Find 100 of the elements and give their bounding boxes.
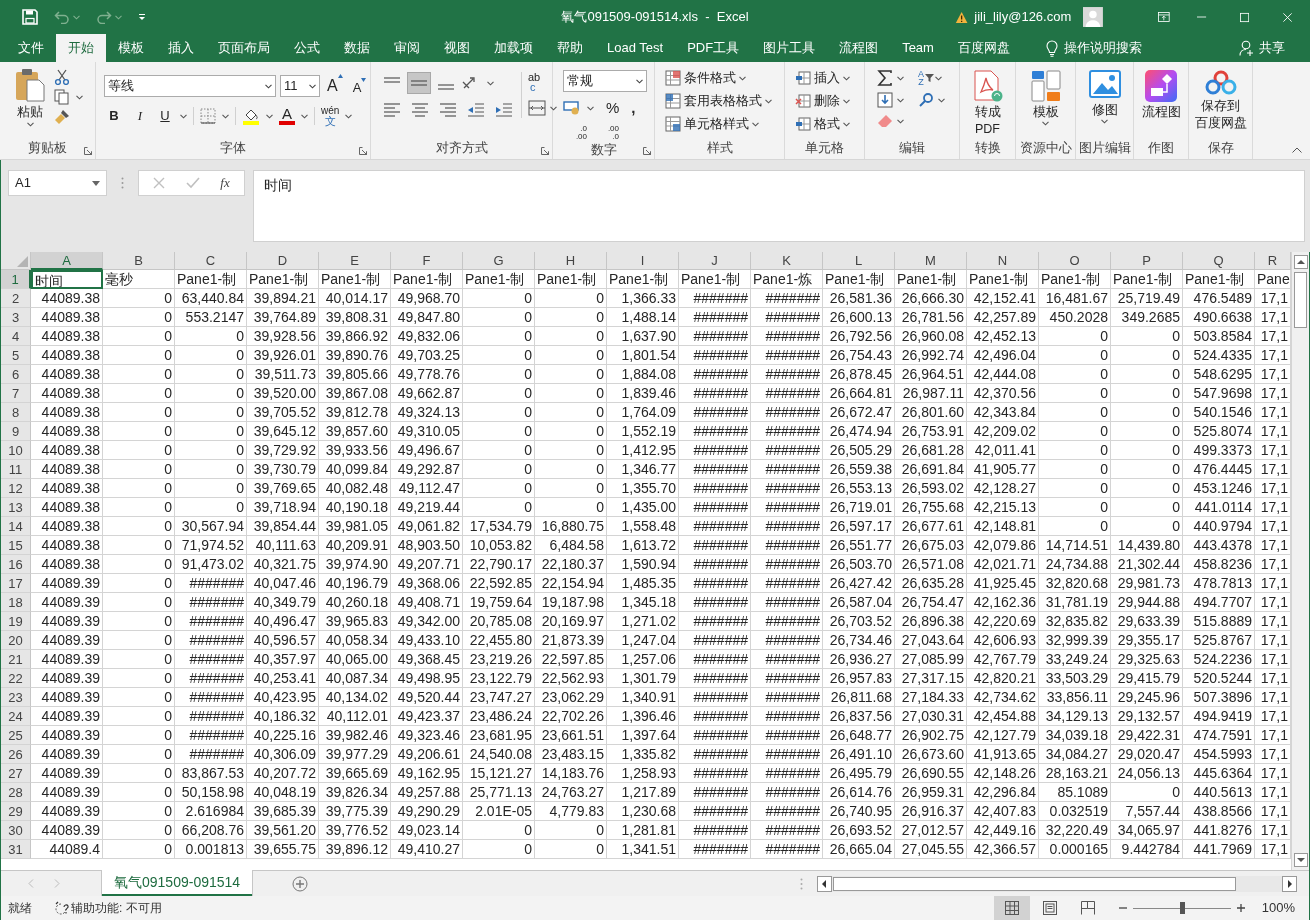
caret-icon[interactable]: [1042, 121, 1049, 126]
row-header[interactable]: 19: [1, 612, 31, 631]
dialog-launcher-icon[interactable]: [643, 147, 651, 156]
column-header[interactable]: H: [535, 252, 607, 270]
ribbon-tab[interactable]: PDF工具: [675, 34, 752, 62]
column-header[interactable]: C: [175, 252, 247, 270]
row-header[interactable]: 9: [1, 422, 31, 441]
shrink-font-button[interactable]: A: [349, 74, 370, 98]
insert-function-button[interactable]: fx: [220, 173, 230, 193]
zoom-level[interactable]: 100%: [1261, 898, 1295, 918]
row-header[interactable]: 11: [1, 460, 31, 479]
comma-style-button[interactable]: ,: [631, 97, 636, 120]
row-header[interactable]: 14: [1, 517, 31, 536]
row-header[interactable]: 16: [1, 555, 31, 574]
font-name-field[interactable]: 等线: [104, 75, 276, 97]
name-box[interactable]: A1: [8, 170, 107, 196]
search-icon[interactable]: [918, 92, 934, 108]
caret-icon[interactable]: [180, 113, 187, 119]
scroll-thumb[interactable]: [1294, 272, 1307, 328]
ribbon-tab[interactable]: 审阅: [382, 34, 432, 62]
maximize-icon[interactable]: [1239, 11, 1249, 23]
ribbon-command[interactable]: 删除: [795, 91, 864, 111]
ribbon-command[interactable]: 单元格样式: [665, 114, 784, 134]
paintbrush-icon[interactable]: [54, 109, 70, 125]
row-header[interactable]: 29: [1, 802, 31, 821]
caret-icon[interactable]: [843, 75, 850, 81]
ribbon-tab[interactable]: Load Test: [595, 34, 676, 62]
scroll-right-icon[interactable]: [1282, 875, 1297, 892]
percent-button[interactable]: %: [606, 97, 620, 120]
ribbon-tab[interactable]: 帮助: [545, 34, 595, 62]
decrease-indent-icon[interactable]: [467, 102, 485, 118]
caret-icon[interactable]: [843, 98, 850, 104]
ribbon-tab[interactable]: 百度网盘: [945, 34, 1022, 62]
formula-field[interactable]: 时间: [253, 170, 1305, 242]
ribbon-tab[interactable]: 插入: [156, 34, 206, 62]
zoom-in-icon[interactable]: [1235, 903, 1246, 913]
currency-icon[interactable]: [563, 101, 581, 116]
caret-icon[interactable]: [1101, 119, 1108, 124]
row-header[interactable]: 12: [1, 479, 31, 498]
close-icon[interactable]: [1282, 11, 1292, 23]
row-header[interactable]: 31: [1, 840, 31, 859]
copy-icon[interactable]: [54, 89, 70, 105]
vertical-scrollbar[interactable]: [1291, 252, 1309, 870]
caret-icon[interactable]: [222, 113, 229, 119]
column-header[interactable]: K: [751, 252, 823, 270]
wrap-text-button[interactable]: ab c: [528, 72, 557, 92]
caret-icon[interactable]: [26, 121, 34, 127]
ribbon-tab[interactable]: 模板: [106, 34, 156, 62]
row-header[interactable]: 22: [1, 669, 31, 688]
align-center-icon[interactable]: [411, 102, 429, 118]
caret-icon[interactable]: [550, 105, 557, 111]
row-header[interactable]: 21: [1, 650, 31, 669]
sort-filter-button[interactable]: A Z: [918, 70, 942, 86]
ribbon-large-button[interactable]: 保存到 百度网盘: [1194, 70, 1247, 132]
column-header[interactable]: F: [391, 252, 463, 270]
column-header[interactable]: A: [31, 252, 103, 270]
dialog-launcher-icon[interactable]: [84, 147, 92, 155]
column-header[interactable]: E: [319, 252, 391, 270]
horizontal-scrollbar[interactable]: [817, 875, 1297, 892]
increase-decimal-button[interactable]: .0 .00: [563, 124, 587, 141]
ribbon-tab[interactable]: 页面布局: [206, 34, 282, 62]
borders-icon[interactable]: [200, 108, 216, 124]
dialog-launcher-icon[interactable]: [541, 147, 549, 155]
row-header[interactable]: 8: [1, 403, 31, 422]
ribbon-tab[interactable]: Team: [890, 34, 946, 62]
share-button[interactable]: 共享: [1259, 38, 1285, 58]
column-header[interactable]: O: [1039, 252, 1111, 270]
ribbon-tab[interactable]: 加载项: [482, 34, 545, 62]
row-header[interactable]: 26: [1, 745, 31, 764]
caret-icon[interactable]: [739, 75, 746, 81]
avatar-icon[interactable]: [1083, 5, 1104, 29]
row-header[interactable]: 17: [1, 574, 31, 593]
ribbon-large-button[interactable]: 模板: [1030, 70, 1061, 126]
paste-button[interactable]: 粘贴: [12, 68, 48, 127]
row-header[interactable]: 28: [1, 783, 31, 802]
autosum-icon[interactable]: [877, 70, 893, 86]
row-header[interactable]: 6: [1, 365, 31, 384]
sheet-tab[interactable]: 氧气091509-091514: [102, 870, 253, 896]
column-header[interactable]: I: [607, 252, 679, 270]
caret-icon[interactable]: [897, 118, 904, 124]
number-format-field[interactable]: 常规: [563, 70, 647, 92]
caret-icon[interactable]: [935, 75, 942, 81]
zoom-slider[interactable]: [1132, 901, 1231, 915]
share-icon[interactable]: [1239, 40, 1255, 56]
row-header[interactable]: 23: [1, 688, 31, 707]
ribbon-command[interactable]: 插入: [795, 68, 864, 88]
increase-indent-icon[interactable]: [495, 102, 513, 118]
caret-icon[interactable]: [266, 113, 273, 119]
row-header[interactable]: 2: [1, 289, 31, 308]
caret-icon[interactable]: [765, 98, 772, 104]
row-header[interactable]: 15: [1, 536, 31, 555]
ribbon-tab[interactable]: 视图: [432, 34, 482, 62]
grow-font-button[interactable]: A: [324, 74, 346, 98]
column-header[interactable]: J: [679, 252, 751, 270]
ribbon-large-button[interactable]: 转成 PDF: [972, 70, 1003, 138]
caret-icon[interactable]: [76, 94, 83, 100]
row-header[interactable]: 27: [1, 764, 31, 783]
scroll-down-icon[interactable]: [1293, 853, 1308, 867]
caret-icon[interactable]: [309, 83, 316, 89]
column-header[interactable]: D: [247, 252, 319, 270]
